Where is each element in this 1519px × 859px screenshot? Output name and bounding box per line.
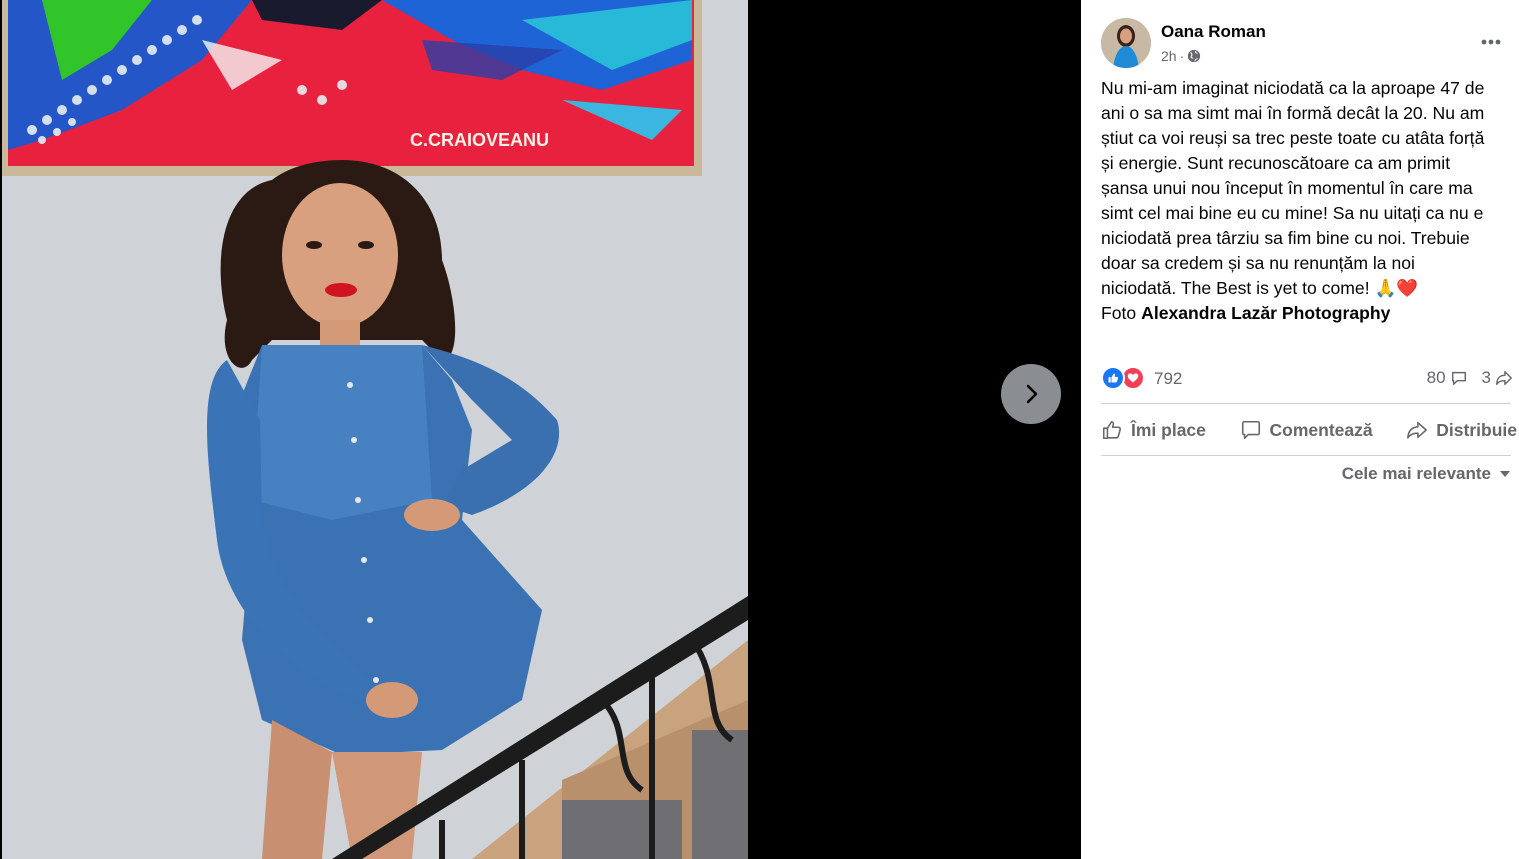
comment-button[interactable]: Comentează bbox=[1240, 419, 1373, 441]
post-text-line: niciodată prea târziu sa fim bine cu noi… bbox=[1101, 228, 1470, 248]
thumbs-up-outline-icon bbox=[1102, 420, 1122, 440]
post-text-line: doar sa credem și sa nu renunțăm la noi bbox=[1101, 253, 1415, 273]
post-photo[interactable]: C.CRAIOVEANU bbox=[2, 0, 748, 859]
reaction-icons[interactable] bbox=[1101, 366, 1145, 390]
post-text-line: știut ca voi reuși sa trec peste toate c… bbox=[1101, 128, 1485, 148]
post-time[interactable]: 2h bbox=[1161, 48, 1177, 64]
avatar[interactable] bbox=[1101, 18, 1151, 68]
comment-sort-dropdown[interactable]: Cele mai relevante bbox=[1342, 464, 1511, 484]
post-text-line: șansa unui nou început în momentul în ca… bbox=[1101, 178, 1473, 198]
comment-button-label: Comentează bbox=[1269, 419, 1373, 440]
share-icon bbox=[1407, 421, 1428, 439]
comment-bubble-icon bbox=[1451, 371, 1466, 386]
meta-separator: · bbox=[1179, 48, 1185, 64]
divider bbox=[1101, 455, 1511, 456]
divider bbox=[1101, 403, 1511, 404]
comment-count[interactable]: 80 bbox=[1427, 368, 1468, 388]
share-button[interactable]: Distribuie bbox=[1406, 419, 1517, 441]
painting-signature: C.CRAIOVEANU bbox=[410, 130, 549, 150]
photo-credit: Foto Alexandra Lazăr Photography bbox=[1101, 301, 1513, 326]
post-text-line: niciodată. The Best is yet to come! 🙏❤️ bbox=[1101, 278, 1419, 298]
chevron-right-icon bbox=[1026, 384, 1038, 404]
comment-icon bbox=[1241, 420, 1260, 440]
globe-icon bbox=[1188, 49, 1201, 63]
post-stats: 792 80 3 bbox=[1101, 366, 1513, 392]
next-photo-button[interactable] bbox=[1001, 364, 1061, 424]
share-count-value: 3 bbox=[1481, 368, 1491, 387]
share-button-label: Distribuie bbox=[1436, 419, 1517, 440]
post-text-line: simt cel mai bine eu cu mine! Sa nu uita… bbox=[1101, 203, 1484, 223]
reaction-count[interactable]: 792 bbox=[1154, 369, 1182, 389]
post-text: Nu mi-am imaginat niciodată ca la aproap… bbox=[1101, 76, 1513, 326]
share-arrow-icon bbox=[1496, 370, 1512, 386]
photographer-link[interactable]: Alexandra Lazăr Photography bbox=[1141, 303, 1390, 323]
post-text-line: Nu mi-am imaginat niciodată ca la aproap… bbox=[1101, 78, 1485, 98]
photo-viewer: C.CRAIOVEANU bbox=[0, 0, 1081, 859]
post-text-line: ani o sa ma simt mai în formă decât la 2… bbox=[1101, 103, 1485, 123]
like-button[interactable]: Îmi place bbox=[1101, 419, 1206, 441]
comment-count-value: 80 bbox=[1426, 368, 1446, 387]
more-horizontal-icon bbox=[1481, 39, 1501, 45]
post-meta: 2h · bbox=[1161, 48, 1201, 64]
post-text-line: și energie. Sunt recunoscătoare ca am pr… bbox=[1101, 153, 1451, 173]
post-actions-bar: Îmi place Comentează Distribuie bbox=[1101, 406, 1517, 454]
engagement-stats: 80 3 bbox=[1427, 368, 1513, 388]
thumbs-up-icon bbox=[1101, 366, 1125, 390]
post-details-panel: Oana Roman 2h · Nu mi-am imaginat niciod… bbox=[1081, 0, 1519, 859]
author-name[interactable]: Oana Roman bbox=[1161, 22, 1266, 42]
post-header: Oana Roman 2h · bbox=[1101, 18, 1509, 70]
sort-label: Cele mai relevante bbox=[1341, 464, 1491, 483]
credit-prefix: Foto bbox=[1101, 303, 1137, 323]
caret-down-icon bbox=[1500, 471, 1510, 477]
like-button-label: Îmi place bbox=[1131, 419, 1206, 440]
share-count[interactable]: 3 bbox=[1482, 368, 1513, 388]
more-options-button[interactable] bbox=[1473, 24, 1509, 60]
